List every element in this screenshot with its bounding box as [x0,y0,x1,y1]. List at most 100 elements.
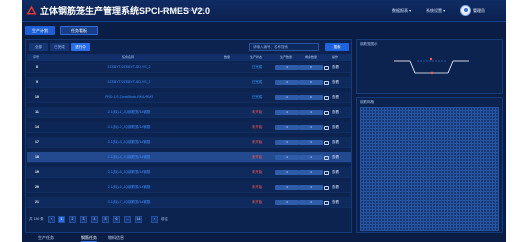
table-row[interactable]: 18 2-1(标)-4_JQ钢筋笼/1#钢筋 未开始 4 4 查看 [27,152,351,163]
task-name-link[interactable]: 2ZSBYT/2ZSBYT-SD-YS_2 [108,62,151,73]
calendar-icon[interactable] [324,200,329,205]
task-name-link[interactable]: 2-1(标)-7_JQ钢筋笼/1#钢筋 [108,197,151,208]
remaining-qty: 4 [299,170,323,175]
calendar-icon[interactable] [324,80,329,85]
task-name-link[interactable]: 2-1(标)-6_JQ钢筋笼/1#钢筋 [108,182,151,193]
task-name-link[interactable]: PRD-1/2-ZoneBlock-RM1/RM3 [105,92,153,103]
view-button[interactable]: 查看 [332,77,339,88]
produced-qty: 4 [275,65,299,70]
page-button[interactable]: ... [124,216,131,223]
produced-qty: 4 [275,125,299,130]
calendar-icon[interactable] [324,155,329,160]
avatar[interactable] [460,5,471,16]
remaining-qty: 4 [299,140,323,145]
view-button[interactable]: 查看 [332,167,339,178]
search-input[interactable]: 请输入编号、名称搜索 [249,43,319,51]
remaining-qty: 4 [299,125,323,130]
column-header: 生产状态 [249,55,263,59]
column-header: 生产数量 [279,55,293,59]
page-button[interactable]: 5 [102,216,109,223]
view-button[interactable]: 查看 [332,62,339,73]
table-row[interactable]: 14 2-1(标)-2_JQ钢筋笼/1#钢筋 未开始 4 4 查看 [27,122,351,133]
table-row[interactable]: 10 PRD-1/2-ZoneBlock-RM1/RM3 已完成 4 0 查看 [27,92,351,103]
produced-qty: 4 [275,200,299,205]
next-page-button[interactable]: › [151,216,158,223]
column-header: 数量 [223,55,231,59]
settings-menu[interactable]: 系统设置 ▾ [426,8,445,14]
task-name-link[interactable]: 2ZSBYT/2ZSBYT-SD-YS_2 [108,77,151,88]
view-button[interactable]: 查看 [332,152,339,163]
bottom-tab-production-task[interactable]: 生产任务 [38,235,54,241]
tab-all[interactable]: 全部 [29,43,48,51]
status-badge: 未开始 [251,140,263,144]
page-button[interactable]: 14 [135,216,142,223]
task-board-button[interactable]: 任务看板 [60,26,98,35]
remaining-qty: 4 [299,110,323,115]
company-logo-icon [26,5,37,15]
task-name-link[interactable]: 2-1(标)-3_JQ钢筋笼/1#钢筋 [108,137,151,148]
status-badge: 未开始 [251,170,263,174]
bottom-tab-material-info[interactable]: 物料信息 [108,235,124,241]
row-number: 20 [35,185,39,189]
remaining-qty: 4 [299,155,323,160]
table-row[interactable]: 17 2-1(标)-3_JQ钢筋笼/1#钢筋 未开始 4 4 查看 [27,137,351,148]
table-row[interactable]: 11 2-1(标)-1_JQ钢筋笼/1#钢筋 未开始 4 4 查看 [27,107,351,118]
task-name-link[interactable]: 2-1(标)-2_JQ钢筋笼/1#钢筋 [108,122,151,133]
produced-qty: 4 [275,155,299,160]
calendar-icon[interactable] [324,125,329,130]
page-button[interactable]: 3 [80,216,87,223]
rebar-grid-canvas [360,107,499,231]
row-number: 21 [35,200,39,204]
page-button[interactable]: 2 [69,216,76,223]
prev-page-button[interactable]: ‹ [48,216,55,223]
task-table-panel: 全部 已完成 进行中 请输入编号、名称搜索 搜索 序号 任务名称 数量 生产状态… [25,39,352,233]
row-number: 10 [35,95,39,99]
table-row[interactable]: 8 2ZSBYT/2ZSBYT-SD-YS_2 已完成 4 0 查看 [27,62,351,73]
status-badge: 未开始 [251,200,263,204]
current-time: 2023/03/13 11:02 14:50 [162,7,204,12]
view-button[interactable]: 查看 [332,182,339,193]
page-button[interactable]: 4 [91,216,98,223]
view-button[interactable]: 查看 [332,107,339,118]
status-badge: 已完成 [251,65,263,69]
row-number: 18 [35,155,39,159]
produced-qty: 4 [275,95,299,100]
row-number: 8 [36,65,38,69]
task-name-link[interactable]: 2-1(标)-4_JQ钢筋笼/1#钢筋 [108,152,151,163]
calendar-icon[interactable] [324,110,329,115]
table-row[interactable]: 19 2-1(标)-5_JQ钢筋笼/1#钢筋 未开始 4 4 查看 [27,167,351,178]
view-button[interactable]: 查看 [332,122,339,133]
remaining-qty: 4 [299,200,323,205]
task-name-link[interactable]: 2-1(标)-5_JQ钢筋笼/1#钢筋 [108,167,151,178]
calendar-icon[interactable] [324,170,329,175]
produced-qty: 4 [275,170,299,175]
view-button[interactable]: 查看 [332,137,339,148]
production-plan-button[interactable]: 生产计划 [25,26,55,35]
row-number: 14 [35,125,39,129]
view-button[interactable]: 查看 [332,197,339,208]
page-button[interactable]: 6 [113,216,120,223]
reports-menu[interactable]: 数据报表 ▾ [392,8,411,14]
tab-completed[interactable]: 已完成 [50,43,69,51]
view-button[interactable]: 查看 [332,92,339,103]
table-row[interactable]: 21 2-1(标)-7_JQ钢筋笼/1#钢筋 未开始 4 4 查看 [27,197,351,208]
page-button[interactable]: 1 [58,216,65,223]
status-badge: 已完成 [251,95,263,99]
user-name[interactable]: 管理员 [473,8,485,14]
table-row[interactable]: 20 2-1(标)-6_JQ钢筋笼/1#钢筋 未开始 4 4 查看 [27,182,351,193]
calendar-icon[interactable] [324,185,329,190]
tab-in-progress[interactable]: 进行中 [71,43,90,51]
table-row[interactable]: 9 2ZSBYT/2ZSBYT-SD-YS_2 已完成 4 0 查看 [27,77,351,88]
task-name-link[interactable]: 2-1(标)-1_JQ钢筋笼/1#钢筋 [108,107,151,118]
cage-diagram [394,57,469,75]
calendar-icon[interactable] [324,140,329,145]
remaining-qty: 0 [299,95,323,100]
row-number: 17 [35,140,39,144]
row-number: 9 [36,80,38,84]
rebar-grid-panel: 钢筋网格 [356,97,503,233]
calendar-icon[interactable] [324,65,329,70]
search-button[interactable]: 搜索 [325,43,349,51]
header-bar: 立体钢筋笼生产管理系统SPCI-RMES V2.0 2023/03/13 11:… [22,0,506,22]
calendar-icon[interactable] [324,95,329,100]
bottom-tab-rebar-task[interactable]: 钢筋任务 [81,235,97,242]
